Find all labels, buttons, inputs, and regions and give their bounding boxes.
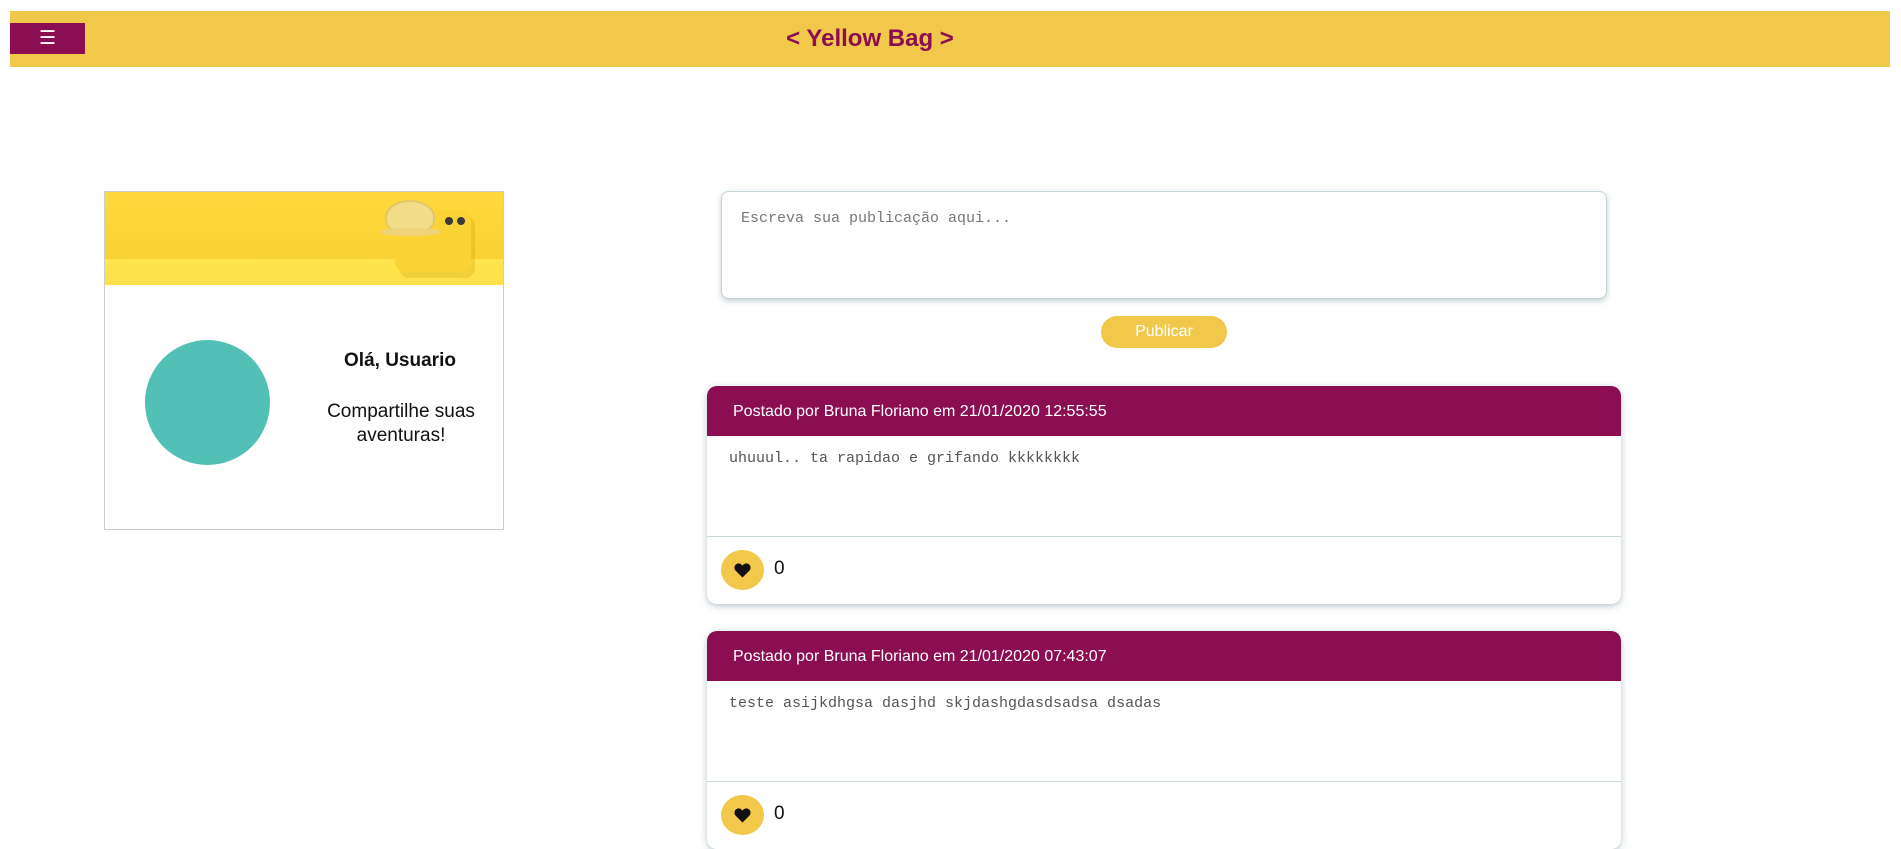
heart-icon <box>734 563 751 578</box>
post-body: teste asijkdhgsa dasjhd skjdashgdasdsads… <box>707 681 1621 782</box>
profile-card: Olá, Usuario Compartilhe suas aventuras! <box>104 191 504 530</box>
publish-button[interactable]: Publicar <box>1101 316 1227 348</box>
like-count: 0 <box>774 803 785 824</box>
post-card: Postado por Bruna Floriano em 21/01/2020… <box>707 386 1621 604</box>
cover-image <box>105 192 503 285</box>
post-header: Postado por Bruna Floriano em 21/01/2020… <box>707 386 1621 436</box>
cover-suitcase-dot <box>445 217 453 225</box>
cover-hat <box>379 200 441 236</box>
like-button[interactable] <box>721 795 764 835</box>
brand-title: < Yellow Bag > <box>786 25 954 52</box>
top-navbar: ☰ < Yellow Bag > <box>10 11 1890 67</box>
heart-icon <box>734 808 751 823</box>
like-button[interactable] <box>721 550 764 590</box>
post-footer: 0 <box>707 782 1621 849</box>
post-header: Postado por Bruna Floriano em 21/01/2020… <box>707 631 1621 681</box>
profile-tagline: Compartilhe suas aventuras! <box>327 401 475 446</box>
cover-suitcase-dot <box>457 217 465 225</box>
like-count: 0 <box>774 558 785 579</box>
post-body: uhuuul.. ta rapidao e grifando kkkkkkkk <box>707 436 1621 537</box>
post-footer: 0 <box>707 537 1621 604</box>
avatar <box>145 340 270 465</box>
brand-title-wrapper: < Yellow Bag > <box>10 11 1890 67</box>
post-card: Postado por Bruna Floriano em 21/01/2020… <box>707 631 1621 849</box>
post-composer-input[interactable] <box>721 191 1607 299</box>
menu-button[interactable]: ☰ <box>10 23 85 54</box>
hamburger-icon: ☰ <box>38 27 57 49</box>
profile-greeting: Olá, Usuario <box>344 350 456 371</box>
